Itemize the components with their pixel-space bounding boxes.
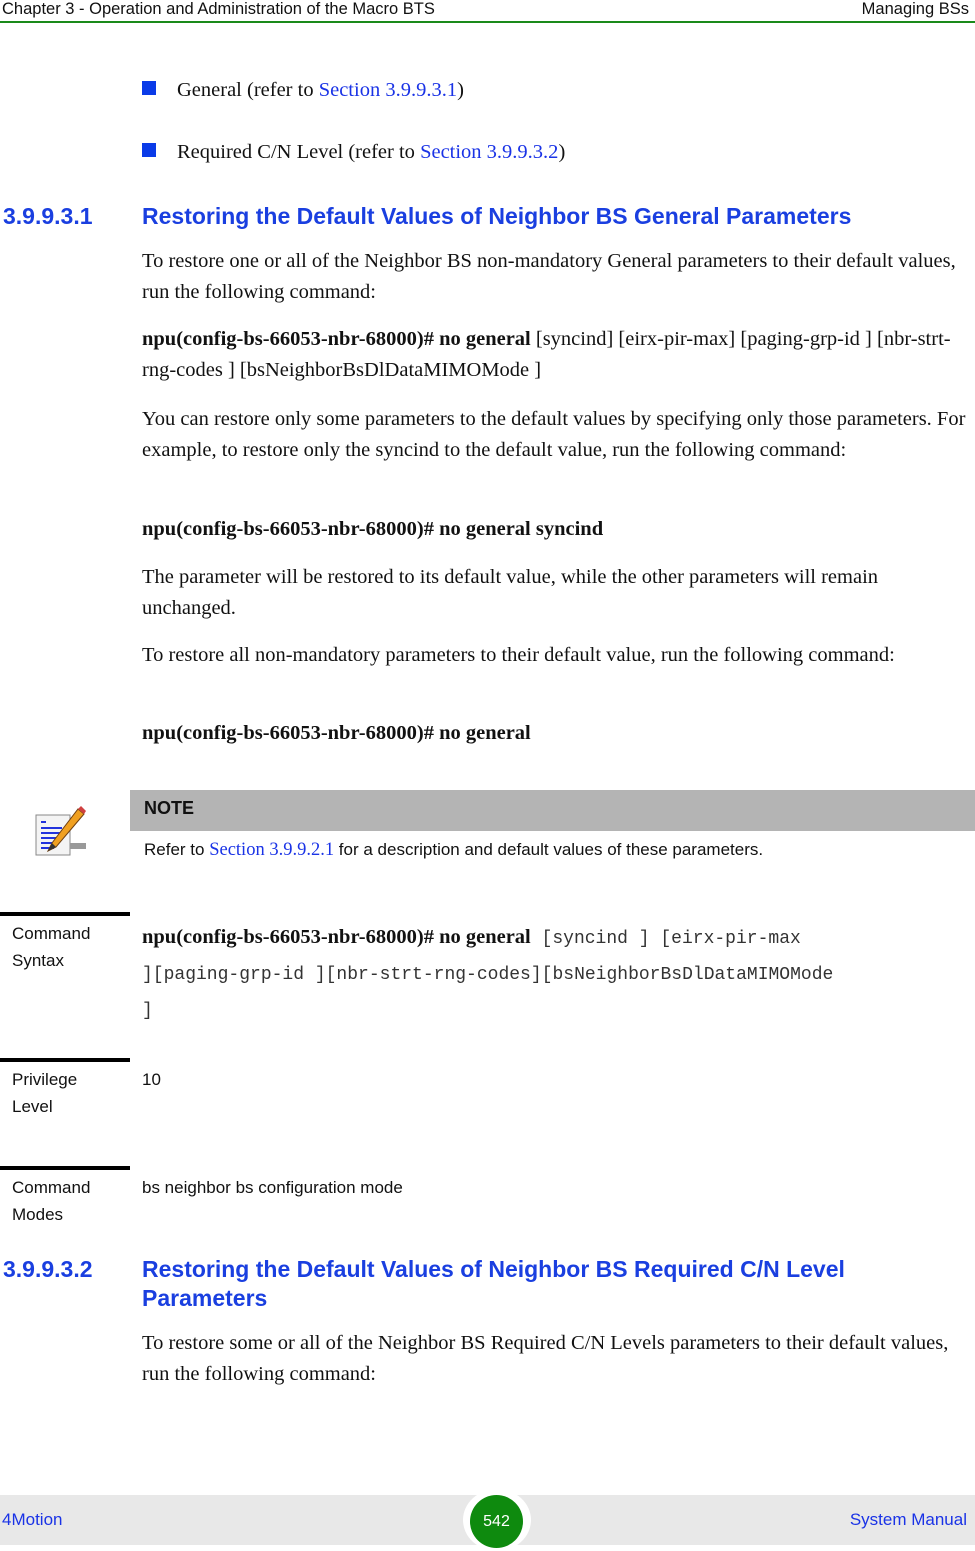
bullet-square-icon bbox=[142, 143, 156, 157]
section-link[interactable]: Section 3.9.9.3.2 bbox=[420, 141, 558, 163]
note-header: NOTE bbox=[130, 790, 975, 831]
bullet-item: General (refer to Section 3.9.9.3.1) bbox=[142, 76, 464, 104]
chapter-title: Chapter 3 - Operation and Administration… bbox=[2, 0, 435, 18]
bullet-square-icon bbox=[142, 81, 156, 95]
command-args: [syncind ] [eirx-pir-max bbox=[530, 929, 801, 949]
note-label: NOTE bbox=[144, 798, 195, 818]
command-args: ][paging-grp-id ][nbr-strt-rng-codes][bs… bbox=[142, 965, 834, 985]
section-number: 3.9.9.3.2 bbox=[3, 1256, 93, 1282]
product-name: 4Motion bbox=[2, 1510, 63, 1529]
document-name: System Manual bbox=[849, 1510, 967, 1529]
command-text: npu(config-bs-66053-nbr-68000)# no gener… bbox=[142, 328, 531, 350]
section-title: Managing BSs bbox=[861, 0, 969, 18]
definition-divider bbox=[0, 1058, 130, 1062]
section-heading-title: Restoring the Default Values of Neighbor… bbox=[142, 203, 852, 229]
command-modes-label: Command Modes bbox=[12, 1178, 91, 1224]
page-number-badge: 542 bbox=[470, 1495, 523, 1548]
note-text: Refer to Section 3.9.9.2.1 for a descrip… bbox=[144, 840, 764, 860]
page-footer: 4Motion 542 System Manual bbox=[0, 1489, 975, 1551]
command-line: npu(config-bs-66053-nbr-68000)# no gener… bbox=[142, 722, 531, 744]
definition-divider bbox=[0, 912, 130, 916]
section-heading-title: Restoring the Default Values of Neighbor… bbox=[142, 1256, 845, 1311]
privilege-level-label: Privilege Level bbox=[12, 1070, 78, 1116]
section-link[interactable]: Section 3.9.9.3.1 bbox=[319, 79, 457, 101]
command-text: npu(config-bs-66053-nbr-68000)# no gener… bbox=[142, 926, 531, 948]
page-header: Chapter 3 - Operation and Administration… bbox=[0, 0, 975, 22]
paragraph: The parameter will be restored to its de… bbox=[142, 566, 879, 619]
bullet-item: Required C/N Level (refer to Section 3.9… bbox=[142, 138, 565, 166]
header-divider bbox=[0, 21, 975, 23]
paragraph: To restore all non-mandatory parameters … bbox=[142, 644, 895, 666]
command-modes-value: bs neighbor bs configuration mode bbox=[142, 1178, 403, 1197]
command-syntax-value: npu(config-bs-66053-nbr-68000)# no gener… bbox=[142, 920, 972, 1028]
paragraph: To restore some or all of the Neighbor B… bbox=[142, 1332, 949, 1385]
section-number: 3.9.9.3.1 bbox=[3, 203, 93, 229]
command-line: npu(config-bs-66053-nbr-68000)# no gener… bbox=[142, 518, 604, 540]
paragraph: You can restore only some parameters to … bbox=[142, 408, 966, 461]
command-syntax-label: Command Syntax bbox=[12, 924, 91, 970]
privilege-level-value: 10 bbox=[142, 1070, 161, 1089]
definition-divider bbox=[0, 1166, 130, 1170]
command-args: ] bbox=[142, 1001, 153, 1021]
paragraph: To restore one or all of the Neighbor BS… bbox=[142, 250, 956, 303]
note-pencil-icon bbox=[34, 805, 86, 857]
section-link[interactable]: Section 3.9.9.2.1 bbox=[209, 840, 334, 860]
command-line: npu(config-bs-66053-nbr-68000)# no gener… bbox=[142, 324, 972, 386]
